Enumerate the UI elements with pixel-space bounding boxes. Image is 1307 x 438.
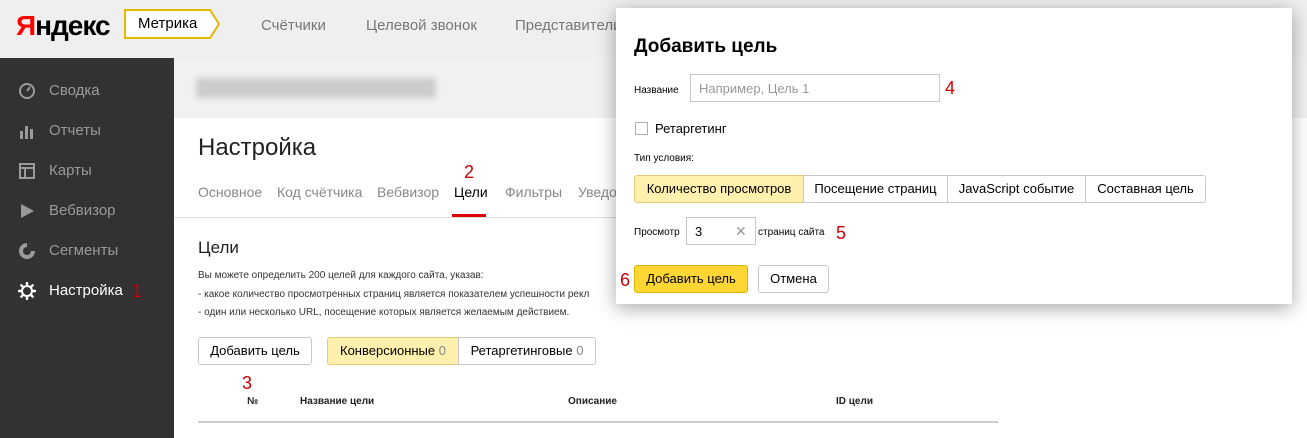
condition-page-visit-button[interactable]: Посещение страниц: [803, 175, 948, 203]
sidebar: Сводка Отчеты Карты Вебвизор Сегменты На…: [0, 58, 174, 438]
pageviews-suffix: страниц сайта: [758, 227, 825, 238]
add-goal-button[interactable]: Добавить цель: [198, 337, 312, 365]
annotation-mark-6: 6: [620, 270, 631, 290]
column-header-description: Описание: [568, 396, 617, 407]
column-header-goal-id: ID цели: [836, 396, 873, 407]
tab-goals[interactable]: Цели: [454, 184, 488, 200]
retargeting-label[interactable]: Ретаргетинг: [655, 121, 727, 136]
product-badge[interactable]: Метрика: [124, 9, 220, 39]
condition-type-label: Тип условия:: [634, 153, 694, 164]
blurred-counter-name: [196, 78, 436, 98]
tabs-divider: [174, 217, 616, 218]
annotation-mark-1: 1: [132, 281, 143, 301]
annotation-mark-5: 5: [836, 223, 847, 243]
retargeting-checkbox[interactable]: [635, 122, 648, 135]
nav-counters[interactable]: Счётчики: [261, 17, 326, 34]
sidebar-item-reports[interactable]: Отчеты: [18, 120, 174, 142]
pageviews-label: Просмотр: [634, 227, 680, 238]
annotation-mark-3: 3: [242, 373, 253, 393]
tab-notifications[interactable]: Уведо: [578, 184, 617, 200]
goal-name-label: Название: [634, 85, 679, 96]
table-header-divider: [198, 421, 998, 423]
tab-basic[interactable]: Основное: [198, 184, 262, 200]
add-goal-dialog: Добавить цель Название 4 Ретаргетинг Тип…: [616, 8, 1292, 304]
goal-name-input[interactable]: [690, 74, 940, 102]
gear-icon: [18, 282, 36, 300]
nav-target-call[interactable]: Целевой звонок: [366, 17, 477, 34]
sidebar-item-label: Сегменты: [49, 242, 119, 259]
bar-chart-icon: [20, 126, 33, 139]
map-icon: [19, 163, 35, 179]
condition-composite-button[interactable]: Составная цель: [1085, 175, 1206, 203]
goals-description-line: - один или несколько URL, посещение кото…: [198, 307, 570, 318]
sidebar-item-label: Вебвизор: [49, 202, 116, 219]
goals-description-line: - какое количество просмотренных страниц…: [198, 289, 590, 300]
filter-conversion-button[interactable]: Конверсионные 0: [327, 337, 459, 365]
sidebar-item-webvisor[interactable]: Вебвизор: [18, 200, 174, 222]
yandex-logo[interactable]: Яндекс: [16, 10, 111, 42]
dialog-title: Добавить цель: [634, 36, 778, 57]
sidebar-item-settings[interactable]: Настройка: [18, 280, 174, 302]
tab-webvisor[interactable]: Вебвизор: [377, 184, 439, 200]
section-title: Цели: [198, 238, 239, 257]
cancel-button[interactable]: Отмена: [758, 265, 829, 293]
sidebar-item-segments[interactable]: Сегменты: [18, 240, 174, 262]
goals-description-line: Вы можете определить 200 целей для каждо…: [198, 270, 484, 281]
annotation-mark-4: 4: [945, 78, 956, 98]
tab-counter-code[interactable]: Код счётчика: [277, 184, 362, 200]
sidebar-item-label: Сводка: [49, 82, 100, 99]
clear-input-icon[interactable]: ✕: [735, 223, 747, 240]
sidebar-item-label: Карты: [49, 162, 92, 179]
nav-representatives[interactable]: Представители: [515, 17, 621, 34]
condition-pageviews-button[interactable]: Количество просмотров: [634, 175, 804, 203]
sidebar-item-label: Отчеты: [49, 122, 101, 139]
sidebar-item-maps[interactable]: Карты: [18, 160, 174, 182]
pie-icon: [19, 243, 35, 259]
column-header-number: №: [247, 396, 259, 407]
play-icon: [21, 204, 34, 218]
condition-js-event-button[interactable]: JavaScript событие: [947, 175, 1086, 203]
sidebar-item-label: Настройка: [49, 282, 123, 299]
annotation-mark-2: 2: [464, 162, 475, 182]
sidebar-item-summary[interactable]: Сводка: [18, 80, 174, 102]
submit-goal-button[interactable]: Добавить цель: [634, 265, 748, 293]
column-header-goal-name: Название цели: [300, 396, 375, 407]
tab-filters[interactable]: Фильтры: [505, 184, 562, 200]
gauge-icon: [19, 83, 35, 99]
page-title: Настройка: [198, 134, 317, 161]
filter-retargeting-button[interactable]: Ретаргетинговые 0: [458, 337, 596, 365]
